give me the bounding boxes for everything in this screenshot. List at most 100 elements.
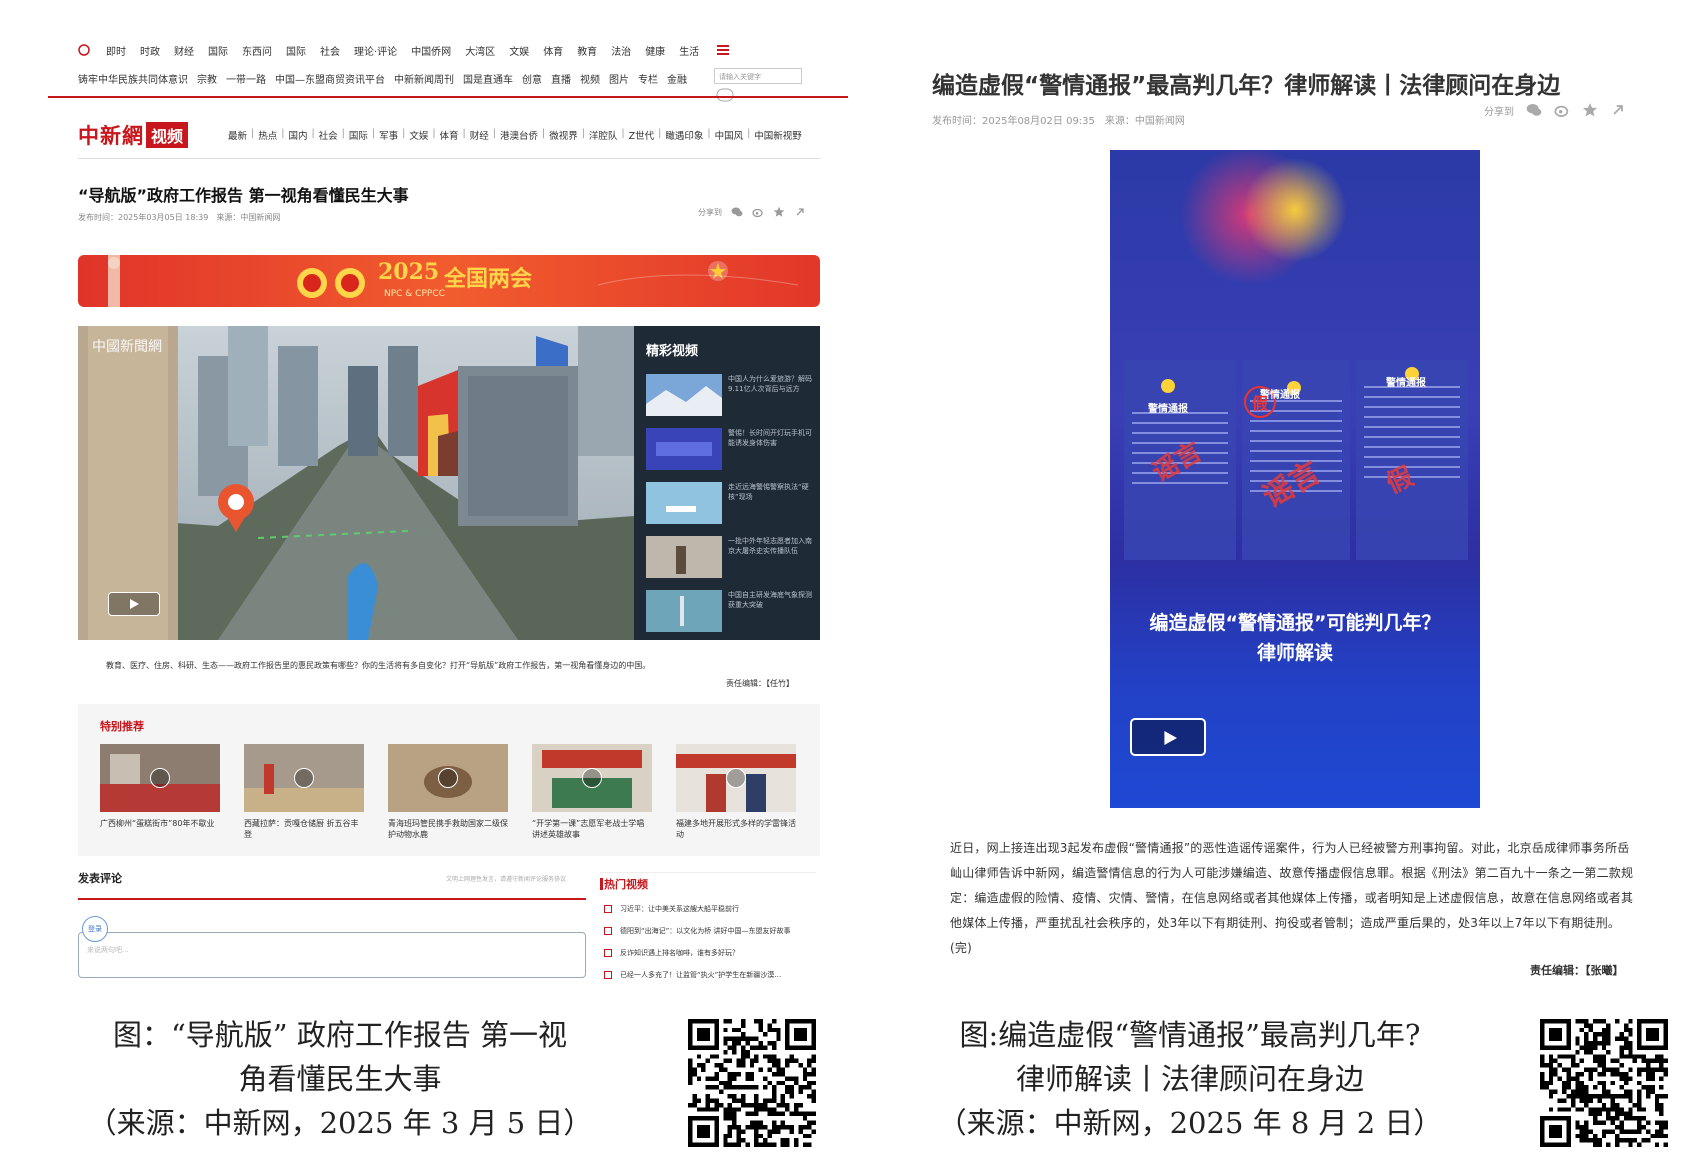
- sub-nav-item[interactable]: 一带一路: [226, 71, 266, 86]
- home-icon[interactable]: [78, 44, 90, 56]
- list-item[interactable]: 已经一人多充了！让监管“执火”护学生在新疆沙漠…: [604, 970, 781, 980]
- play-button[interactable]: [582, 768, 602, 788]
- top-nav-item[interactable]: 社会: [320, 43, 340, 58]
- caption-line: 图:编造虚假“警情通报”最高判几年?: [959, 1018, 1421, 1052]
- play-button[interactable]: [438, 768, 458, 788]
- star-icon[interactable]: [773, 206, 785, 218]
- video-description: 教育、医疗、住房、科研、生态——政府工作报告里的惠民政策有哪些？你的生活将有多自…: [106, 661, 651, 670]
- channel-item[interactable]: 国际: [349, 128, 368, 142]
- main-video-player[interactable]: 中國新聞網: [78, 326, 634, 640]
- list-item[interactable]: 习近平：让中美关系这艘大船平稳前行: [604, 904, 739, 914]
- channel-item[interactable]: 中国风: [715, 128, 744, 142]
- channel-item[interactable]: 最新: [228, 128, 247, 142]
- top-nav-item[interactable]: 中国侨网: [411, 43, 451, 58]
- list-item[interactable]: 反诈知识遇上排名咖啡，谁有多好玩？: [604, 948, 739, 958]
- play-button[interactable]: [726, 768, 746, 788]
- twosessions-banner[interactable]: 2025 全国两会 NPC & CPPCC: [78, 255, 820, 307]
- top-nav-item[interactable]: 健康: [645, 43, 665, 58]
- comment-input[interactable]: 来说两句吧...: [78, 932, 586, 978]
- list-item-title: 走近远海警惕警察执法“硬核”现场: [728, 483, 809, 501]
- list-item[interactable]: 中国自主研发海底气象探测获重大突破: [646, 590, 816, 634]
- star-icon[interactable]: [1582, 102, 1598, 118]
- video-play-button[interactable]: [108, 592, 160, 616]
- top-nav-item[interactable]: 文娱: [509, 43, 529, 58]
- video-thumbnail: [646, 590, 722, 632]
- logo-text: 中新網: [78, 123, 144, 148]
- channel-item[interactable]: 洋腔队: [589, 128, 618, 142]
- link-icon[interactable]: [1610, 102, 1626, 118]
- site-logo[interactable]: 中新網 视频: [78, 120, 189, 150]
- weibo-icon[interactable]: [1554, 102, 1570, 118]
- main-video-player[interactable]: 警情通报 警情通报 警情通报 假 谣言 谣言 假 编造虚假“警情通报”可能判几年…: [1110, 150, 1480, 808]
- channel-item[interactable]: 瞰遇印象: [665, 128, 703, 142]
- channel-item[interactable]: Z世代: [629, 128, 655, 142]
- top-nav-item[interactable]: 国际: [208, 43, 228, 58]
- list-item[interactable]: 西藏拉萨：贡嘎仓储厨 折五谷丰登: [244, 744, 364, 840]
- sub-nav-item[interactable]: 中国—东盟商贸资讯平台: [275, 71, 385, 86]
- list-item[interactable]: “开学第一课”志愿军老战士学唱讲述英雄故事: [532, 744, 652, 840]
- channel-item[interactable]: 微视界: [549, 128, 578, 142]
- channel-item[interactable]: 热点: [258, 128, 277, 142]
- channel-item[interactable]: 港澳台侨: [500, 128, 538, 142]
- list-item[interactable]: 走近远海警惕警察执法“硬核”现场: [646, 482, 816, 526]
- channel-item[interactable]: 军事: [379, 128, 398, 142]
- search-input[interactable]: 请输入关键字: [714, 68, 802, 84]
- top-nav-item[interactable]: 财经: [174, 43, 194, 58]
- top-nav-item[interactable]: 时政: [140, 43, 160, 58]
- list-item[interactable]: 警惕！长时间开灯玩手机可能诱发身体伤害: [646, 428, 816, 472]
- video-thumbnail: [244, 744, 364, 812]
- sub-nav-item[interactable]: 金融: [667, 71, 687, 86]
- sub-nav-item[interactable]: 图片: [609, 71, 629, 86]
- wechat-icon[interactable]: [1526, 102, 1542, 118]
- list-item[interactable]: 广西柳州“蛋糕街市”80年不歇业: [100, 744, 220, 829]
- share-bar: 分享到: [698, 206, 806, 218]
- top-nav-item[interactable]: 法治: [611, 43, 631, 58]
- article-meta: 发布时间：2025年08月02日 09:35 来源：中国新闻网: [932, 116, 1185, 127]
- top-nav-item[interactable]: 体育: [543, 43, 563, 58]
- login-avatar[interactable]: 登录: [82, 916, 108, 942]
- sub-nav-item[interactable]: 直播: [551, 71, 571, 86]
- sub-nav-item[interactable]: 视频: [580, 71, 600, 86]
- list-item-title: 中国人为什么爱旅游？解码9.11亿人次背后与远方: [728, 375, 812, 393]
- play-button[interactable]: [150, 768, 170, 788]
- list-item[interactable]: 中国人为什么爱旅游？解码9.11亿人次背后与远方: [646, 374, 816, 418]
- sub-nav-item[interactable]: 专栏: [638, 71, 658, 86]
- channel-item[interactable]: 中国新视野: [754, 128, 802, 142]
- top-nav-item[interactable]: 理论·评论: [354, 43, 397, 58]
- sub-nav-item[interactable]: 中新新闻周刊: [394, 71, 454, 86]
- sub-nav-item[interactable]: 国是直通车: [463, 71, 513, 86]
- channel-nav: 最新 | 热点 | 国内 | 社会 | 国际 | 军事 | 文娱 | 体育 | 财经 | 港澳台侨…: [228, 128, 806, 142]
- sub-nav-item[interactable]: 铸牢中华民族共同体意识: [78, 71, 188, 86]
- menu-icon[interactable]: [717, 45, 730, 55]
- list-item[interactable]: 青海班玛管民携手救助国家二级保护动物水鹿: [388, 744, 508, 840]
- city-aerial-image: [78, 326, 634, 640]
- weibo-icon[interactable]: [752, 206, 764, 218]
- top-nav-item[interactable]: 即时: [106, 43, 126, 58]
- top-nav-item[interactable]: 教育: [577, 43, 597, 58]
- wechat-icon[interactable]: [731, 206, 743, 218]
- top-nav-item[interactable]: 东西问: [242, 43, 272, 58]
- channel-item[interactable]: 体育: [440, 128, 459, 142]
- link-icon[interactable]: [794, 206, 806, 218]
- list-item[interactable]: 一批中外年轻志愿者加入南京大屠杀史实传播队伍: [646, 536, 816, 580]
- channel-item[interactable]: 社会: [319, 128, 338, 142]
- sub-nav-item[interactable]: 宗教: [197, 71, 217, 86]
- channel-item[interactable]: 财经: [470, 128, 489, 142]
- top-nav-item[interactable]: 大湾区: [465, 43, 495, 58]
- top-nav-item[interactable]: 生活: [679, 43, 699, 58]
- nav-separator: |: [581, 128, 585, 139]
- channel-item[interactable]: 文娱: [409, 128, 428, 142]
- list-item-title: 西藏拉萨：贡嘎仓储厨 折五谷丰登: [244, 819, 359, 839]
- left-figure-caption: 图：“导航版” 政府工作报告 第一视 角看懂民生大事 （来源：中新网，2025 …: [40, 1013, 640, 1145]
- search-icon[interactable]: [716, 88, 734, 102]
- sub-nav-item[interactable]: 创意: [522, 71, 542, 86]
- video-play-button[interactable]: [1130, 718, 1206, 756]
- list-item[interactable]: 福建多地开展形式多样的学雷锋活动: [676, 744, 796, 840]
- play-button[interactable]: [294, 768, 314, 788]
- list-item[interactable]: 德阳到“出海记”：以文化为桥 讲好中国—东盟友好故事: [604, 926, 790, 936]
- channel-item[interactable]: 国内: [288, 128, 307, 142]
- top-nav-item[interactable]: 国际: [286, 43, 306, 58]
- qr-code-icon: [1540, 1019, 1668, 1147]
- nav-separator: |: [462, 128, 466, 139]
- hot-accent-bar: [600, 878, 603, 890]
